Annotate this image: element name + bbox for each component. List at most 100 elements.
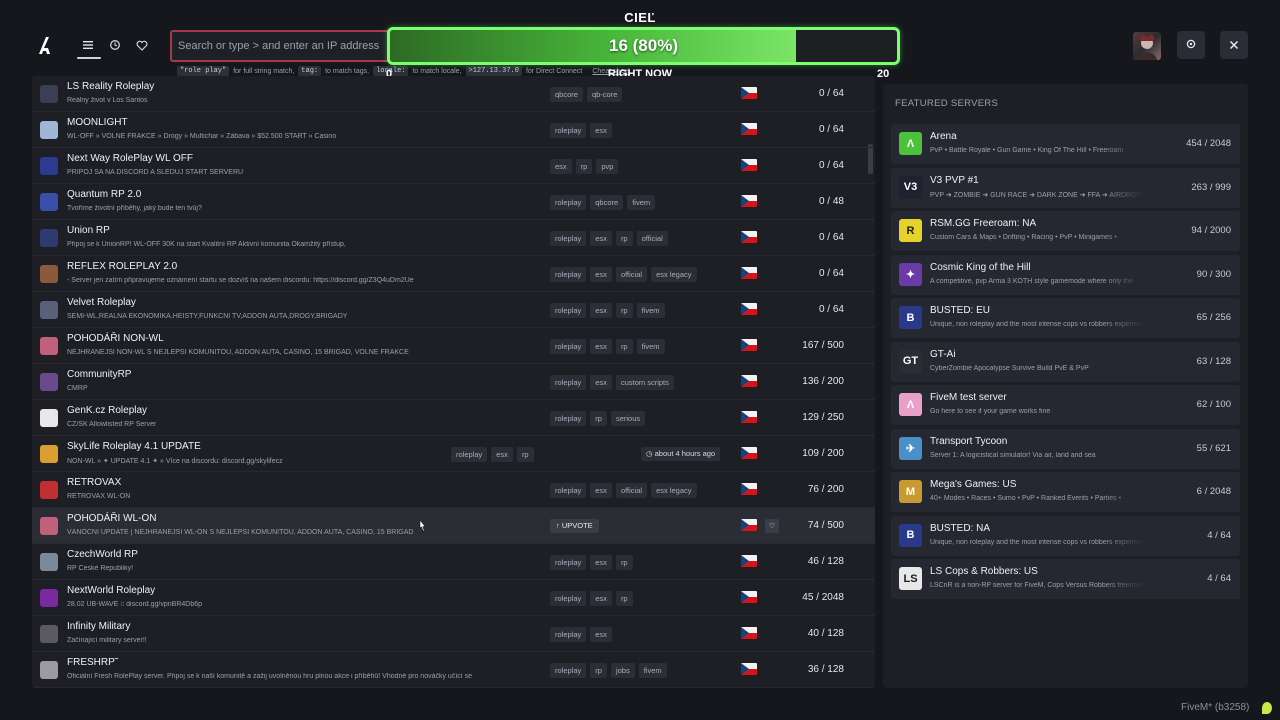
featured-server-item[interactable]: ✈ Transport Tycoon Server 1: A logicistica…	[891, 428, 1240, 469]
featured-server-item[interactable]: Λ FiveM test server Go here to see if your…	[891, 385, 1240, 425]
server-tag[interactable]: rp	[615, 591, 633, 606]
server-list[interactable]: LS Reality Roleplay Reálny život v Los Sa…	[32, 76, 875, 688]
server-tag[interactable]: esx	[491, 447, 513, 462]
server-tag[interactable]: official	[615, 483, 648, 498]
server-tag[interactable]: esx	[590, 555, 612, 570]
server-row[interactable]: POHODÁŘI NON-WL NEJHRANĚJŠÍ NON-WL S NEJL…	[32, 328, 875, 364]
server-row[interactable]: Quantum RP 2.0 Tvoříme životní příběhy, j…	[32, 184, 875, 220]
server-tag[interactable]: serious	[610, 411, 646, 426]
featured-server-item[interactable]: LS LS Cops & Robbers: US LSCnR is a non-RP…	[891, 559, 1240, 599]
favorite-heart-icon[interactable]: ♡	[765, 519, 779, 533]
settings-button[interactable]	[1177, 31, 1205, 59]
server-tag[interactable]: fivem	[638, 663, 667, 678]
server-tag[interactable]: roleplay	[451, 447, 488, 462]
server-tag[interactable]: rp	[615, 555, 633, 570]
server-row[interactable]: GenK.cz Roleplay CZ/SK Allowlisted RP Ser…	[32, 400, 875, 436]
czech-flag-icon	[741, 483, 757, 495]
server-tag[interactable]: esx legacy	[651, 483, 697, 498]
server-tag[interactable]: qbcore	[590, 195, 624, 210]
active-tab-indicator	[77, 57, 101, 59]
server-tag[interactable]: qb-core	[586, 87, 623, 102]
server-tag[interactable]: rp	[516, 447, 534, 462]
server-tag[interactable]: roleplay	[550, 303, 587, 318]
player-count: 0 / 64	[818, 124, 844, 135]
server-tag[interactable]: esx	[590, 375, 612, 390]
server-tag[interactable]: official	[615, 267, 648, 282]
server-row[interactable]: Infinity Military Začínající military ser…	[32, 616, 875, 652]
server-tag[interactable]: rp	[590, 411, 607, 426]
server-row[interactable]: CzechWorld RP RP České Republiky! roleplay…	[32, 544, 875, 580]
server-row[interactable]: CommunityRP CMRP roleplay esx custom scripts…	[32, 364, 875, 400]
server-tag[interactable]: rp	[615, 303, 633, 318]
featured-server-item[interactable]: B BUSTED: EU Unique, non roleplay and the …	[891, 298, 1240, 338]
server-tag[interactable]: roleplay	[550, 231, 587, 246]
czech-flag-icon	[741, 267, 757, 279]
list-icon[interactable]	[77, 34, 99, 56]
fivem-logo[interactable]	[36, 34, 56, 56]
featured-server-item[interactable]: B BUSTED: NA Unique, non roleplay and the …	[891, 515, 1240, 556]
featured-server-item[interactable]: ✦ Cosmic King of the Hill A competitive, p…	[891, 254, 1240, 295]
server-tag[interactable]: esx	[590, 339, 612, 354]
upvote-button[interactable]: ↑ UPVOTE	[550, 519, 599, 533]
server-tag[interactable]: esx	[550, 159, 572, 174]
server-tag[interactable]: fivem	[636, 339, 665, 354]
history-icon[interactable]	[104, 34, 126, 56]
server-tag[interactable]: custom scripts	[615, 375, 674, 390]
server-row[interactable]: Union RP Připoj se k UnionRP! WL-OFF 30K …	[32, 220, 875, 256]
server-tag[interactable]: rp	[615, 339, 633, 354]
server-tag[interactable]: roleplay	[550, 411, 587, 426]
search-input[interactable]	[178, 32, 388, 60]
server-tag[interactable]: rp	[615, 231, 633, 246]
server-row[interactable]: POHODÁŘI WL-ON VÁNOČNÍ UPDATE | NEJHRANĚJ…	[32, 508, 875, 544]
heart-icon[interactable]	[131, 34, 153, 56]
avatar[interactable]	[1133, 32, 1161, 60]
featured-server-item[interactable]: V3 V3 PVP #1 PVP ➜ ZOMBIE ➜ GUN RACE ➜ DAR…	[891, 167, 1240, 208]
player-count: 0 / 64	[818, 232, 844, 243]
server-tag[interactable]: roleplay	[550, 591, 587, 606]
server-icon	[40, 373, 58, 391]
server-tag[interactable]: roleplay	[550, 663, 587, 678]
close-button[interactable]	[1220, 31, 1248, 59]
server-name: SkyLife Roleplay 4.1 UPDATE	[67, 441, 201, 452]
featured-server-name: FiveM test server	[930, 392, 1007, 403]
server-tag[interactable]: esx	[590, 123, 612, 138]
featured-server-item[interactable]: R RSM.GG Freeroam: NA Custom Cars & Maps •…	[891, 211, 1240, 251]
server-tag[interactable]: fivem	[627, 195, 656, 210]
server-tag[interactable]: esx legacy	[651, 267, 697, 282]
server-tag[interactable]: esx	[590, 231, 612, 246]
server-row[interactable]: MOONLIGHT WL-OFF » VOLNÉ FRAKCE » Drogy »…	[32, 112, 875, 148]
server-tag[interactable]: esx	[590, 591, 612, 606]
featured-server-item[interactable]: Λ Arena PvP • Battle Royale • Gun Game • K…	[891, 124, 1240, 164]
server-tag[interactable]: esx	[590, 627, 612, 642]
server-row[interactable]: Velvet Roleplay SEMI-WL,REALNA EKONOMIKA,…	[32, 292, 875, 328]
server-tag[interactable]: esx	[590, 267, 612, 282]
featured-server-item[interactable]: GT GT-Ai CyberZombie Apocalypse Survive Bu…	[891, 341, 1240, 382]
server-tag[interactable]: esx	[590, 483, 612, 498]
server-row[interactable]: RETROVAX RETROVAX WL-ON roleplay esx officia…	[32, 472, 875, 508]
server-tag[interactable]: roleplay	[550, 375, 587, 390]
server-row[interactable]: SkyLife Roleplay 4.1 UPDATE NON-WL » ✦ UP…	[32, 436, 875, 472]
server-tag[interactable]: roleplay	[550, 339, 587, 354]
server-tag[interactable]: official	[636, 231, 668, 246]
server-tag[interactable]: roleplay	[550, 627, 587, 642]
featured-server-item[interactable]: M Mega's Games: US 40+ Modes • Races • Sum…	[891, 472, 1240, 512]
server-tag[interactable]: roleplay	[550, 267, 587, 282]
server-name: Union RP	[67, 225, 110, 236]
server-tag[interactable]: qbcore	[550, 87, 583, 102]
server-row[interactable]: Next Way RolePlay WL OFF PRIPOJ SA NA DIS…	[32, 148, 875, 184]
server-tag[interactable]: jobs	[610, 663, 635, 678]
server-tag[interactable]: pvp	[596, 159, 619, 174]
server-row[interactable]: REFLEX ROLEPLAY 2.0 - Server jen zatím př…	[32, 256, 875, 292]
server-tag[interactable]: rp	[575, 159, 593, 174]
server-tag[interactable]: roleplay	[550, 555, 587, 570]
server-tag[interactable]: esx	[590, 303, 612, 318]
server-tag[interactable]: fivem	[636, 303, 665, 318]
server-tag[interactable]: roleplay	[550, 123, 587, 138]
featured-server-name: BUSTED: NA	[930, 522, 991, 534]
server-tag[interactable]: rp	[590, 663, 607, 678]
server-row[interactable]: FRESHRP˜ Oficiální Fresh RolePlay server.…	[32, 652, 875, 688]
server-row[interactable]: LS Reality Roleplay Reálny život v Los Sa…	[32, 76, 875, 112]
server-row[interactable]: NextWorld Roleplay 28.02 UB-WAVE ⁞⁞ disco…	[32, 580, 875, 616]
server-tag[interactable]: roleplay	[550, 195, 587, 210]
server-tag[interactable]: roleplay	[550, 483, 587, 498]
